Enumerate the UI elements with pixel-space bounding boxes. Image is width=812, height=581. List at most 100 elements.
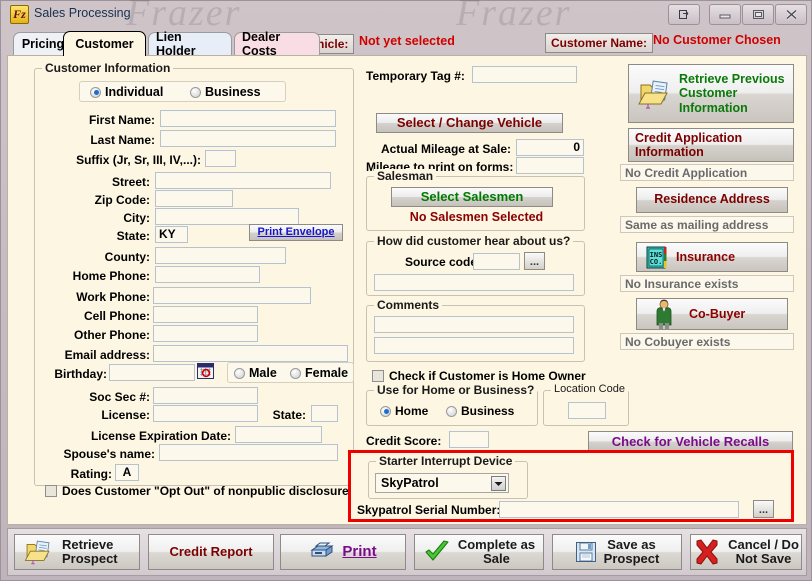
- spouse-name-label: Spouse's name:: [63, 447, 155, 461]
- application-window: Frazer Frazer Fz Sales Processing Pricin…: [0, 0, 812, 581]
- radio-individual[interactable]: Individual: [90, 85, 163, 99]
- license-state-input[interactable]: [311, 405, 338, 422]
- temporary-tag-input[interactable]: [472, 66, 577, 83]
- radio-business-dot: [190, 86, 201, 98]
- city-input[interactable]: [155, 208, 299, 225]
- save-as-prospect-label: Save as Prospect: [603, 536, 660, 566]
- co-buyer-status: No Cobuyer exists: [620, 333, 794, 350]
- source-code-browse-button[interactable]: ...: [524, 252, 545, 270]
- calendar-icon[interactable]: [197, 363, 214, 379]
- radio-use-home[interactable]: Home: [380, 404, 428, 418]
- select-change-vehicle-button[interactable]: Select / Change Vehicle: [376, 113, 563, 133]
- radio-use-home-label: Home: [395, 404, 429, 418]
- salesmen-status: No Salesmen Selected: [409, 210, 544, 224]
- save-as-prospect-button[interactable]: Save as Prospect: [552, 534, 682, 570]
- credit-score-input[interactable]: [449, 431, 489, 448]
- insurance-button[interactable]: INS CO. Insurance: [636, 242, 788, 272]
- salesman-group: Salesman Select Salesmen No Salesmen Sel…: [366, 169, 585, 231]
- opt-out-checkbox[interactable]: [45, 485, 57, 497]
- print-mileage-input[interactable]: [516, 157, 584, 174]
- home-phone-input[interactable]: [155, 266, 260, 283]
- select-salesmen-button[interactable]: Select Salesmen: [391, 187, 553, 207]
- first-name-input[interactable]: [160, 110, 336, 127]
- state-input[interactable]: KY: [155, 226, 188, 243]
- state-label: State:: [116, 229, 150, 243]
- radio-male-dot: [234, 367, 245, 379]
- app-icon: Fz: [10, 5, 29, 24]
- ssn-input[interactable]: [153, 387, 258, 404]
- last-name-input[interactable]: [160, 130, 336, 147]
- radio-male-label: Male: [249, 366, 277, 380]
- first-name-label: First Name:: [88, 113, 155, 127]
- birthday-input[interactable]: [109, 364, 195, 381]
- maximize-icon[interactable]: [742, 4, 774, 25]
- comment-line-2[interactable]: [374, 337, 574, 354]
- person-icon: [656, 299, 672, 329]
- radio-male[interactable]: Male: [234, 366, 277, 380]
- license-input[interactable]: [153, 405, 258, 422]
- restore-down-icon[interactable]: [668, 4, 700, 25]
- retrieve-previous-customer-button[interactable]: Retrieve Previous Customer Information: [628, 64, 794, 123]
- radio-use-business[interactable]: Business: [446, 404, 514, 418]
- print-button[interactable]: Print: [280, 534, 406, 570]
- location-code-group: Location Code: [543, 383, 629, 426]
- residence-address-button[interactable]: Residence Address: [636, 187, 788, 213]
- check-vehicle-recalls-button[interactable]: Check for Vehicle Recalls: [588, 431, 793, 452]
- email-input[interactable]: [153, 345, 348, 362]
- tab-dealer-costs[interactable]: Dealer Costs: [234, 30, 320, 58]
- cell-phone-input[interactable]: [153, 306, 258, 323]
- retrieve-prospect-button[interactable]: Retrieve Prospect: [14, 534, 140, 570]
- starter-interrupt-panel: Starter Interrupt Device SkyPatrol Skypa…: [348, 450, 794, 522]
- tab-lien-holder[interactable]: Lien Holder: [148, 30, 232, 58]
- rating-label: Rating:: [70, 467, 112, 481]
- source-code-input[interactable]: [473, 253, 520, 270]
- tab-customer[interactable]: Customer: [63, 31, 146, 56]
- radio-female[interactable]: Female: [290, 366, 348, 380]
- starter-interrupt-device-select[interactable]: SkyPatrol: [375, 473, 509, 493]
- location-code-input[interactable]: [568, 402, 606, 419]
- county-label: County:: [104, 250, 150, 264]
- license-exp-input[interactable]: [235, 426, 322, 443]
- home-owner-checkbox[interactable]: [372, 370, 384, 382]
- suffix-input[interactable]: [205, 150, 236, 167]
- tab-customer-label: Customer: [75, 37, 134, 51]
- work-phone-label: Work Phone:: [76, 290, 150, 304]
- radio-use-business-label: Business: [461, 404, 515, 418]
- zip-code-input[interactable]: [155, 190, 233, 207]
- work-phone-input[interactable]: [153, 287, 311, 304]
- customer-name-button[interactable]: Customer Name:: [545, 33, 654, 53]
- radio-business[interactable]: Business: [190, 85, 261, 99]
- source-code-label: Source code:: [404, 255, 481, 269]
- vehicle-status-value: Not yet selected: [359, 34, 455, 48]
- actual-mileage-input[interactable]: 0: [516, 139, 584, 156]
- close-icon[interactable]: [775, 4, 807, 25]
- source-description-input[interactable]: [374, 274, 574, 291]
- cancel-do-not-save-label: Cancel / Do Not Save: [728, 536, 799, 566]
- credit-report-label: Credit Report: [169, 543, 253, 559]
- rating-input[interactable]: A: [115, 464, 139, 481]
- minimize-icon[interactable]: [709, 4, 741, 25]
- comments-legend: Comments: [374, 298, 443, 312]
- home-owner-row[interactable]: Check if Customer is Home Owner: [372, 369, 586, 383]
- svg-text:CO.: CO.: [650, 258, 663, 266]
- print-envelope-button[interactable]: Print Envelope: [249, 224, 343, 241]
- cell-phone-label: Cell Phone:: [83, 309, 150, 323]
- skypatrol-serial-browse-button[interactable]: ...: [753, 500, 774, 518]
- skypatrol-serial-input[interactable]: [499, 501, 739, 518]
- cancel-do-not-save-button[interactable]: Cancel / Do Not Save: [690, 534, 802, 570]
- actual-mileage-label: Actual Mileage at Sale:: [380, 142, 511, 156]
- home-phone-label: Home Phone:: [72, 269, 150, 283]
- street-input[interactable]: [155, 172, 331, 189]
- comment-line-1[interactable]: [374, 316, 574, 333]
- license-state-label: State:: [272, 408, 306, 422]
- credit-application-button[interactable]: Credit Application Information: [628, 128, 794, 162]
- credit-report-button[interactable]: Credit Report: [148, 534, 274, 570]
- complete-as-sale-button[interactable]: Complete as Sale: [414, 534, 544, 570]
- chevron-down-icon[interactable]: [491, 476, 506, 491]
- co-buyer-button[interactable]: Co-Buyer: [636, 298, 788, 330]
- other-phone-input[interactable]: [153, 325, 258, 342]
- county-input[interactable]: [155, 247, 286, 264]
- spouse-name-input[interactable]: [159, 444, 338, 461]
- opt-out-row[interactable]: Does Customer "Opt Out" of nonpublic dis…: [45, 484, 356, 498]
- residence-address-status: Same as mailing address: [620, 216, 794, 233]
